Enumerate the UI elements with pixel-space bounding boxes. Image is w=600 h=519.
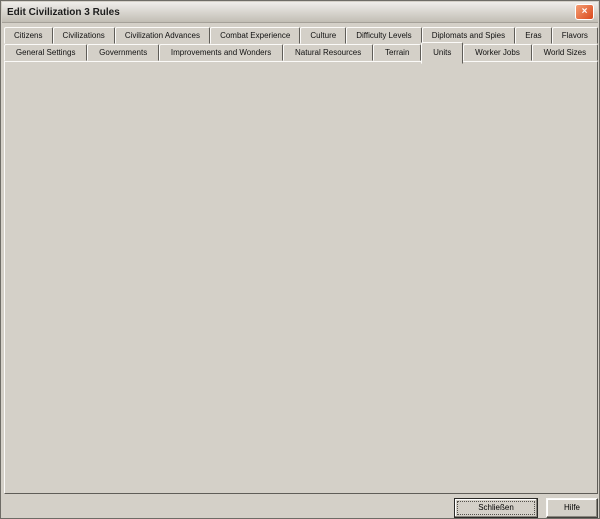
tab[interactable]: Citizens [4, 27, 53, 44]
tab[interactable]: Civilizations [53, 27, 115, 44]
tab-row-1: CitizensCivilizationsCivilization Advanc… [4, 27, 598, 44]
tab[interactable]: Culture [300, 27, 346, 44]
dialog-window: Edit Civilization 3 Rules × CitizensCivi… [0, 0, 600, 519]
tab[interactable]: Civilization Advances [115, 27, 210, 44]
close-icon[interactable]: × [575, 4, 594, 20]
title-bar: Edit Civilization 3 Rules × [2, 2, 598, 23]
tab-row-2: General SettingsGovernmentsImprovements … [4, 44, 598, 61]
help-button[interactable]: Hilfe [546, 498, 598, 518]
tab[interactable]: World Sizes [532, 44, 598, 61]
tab[interactable]: Difficulty Levels [346, 27, 422, 44]
tab[interactable]: Units [421, 42, 463, 64]
tab-page-units [4, 61, 598, 494]
window-title: Edit Civilization 3 Rules [2, 7, 575, 18]
tab[interactable]: Governments [87, 44, 159, 61]
tab[interactable]: Improvements and Wonders [159, 44, 283, 61]
tab[interactable]: Eras [515, 27, 552, 44]
tab[interactable]: General Settings [4, 44, 87, 61]
tab[interactable]: Worker Jobs [463, 44, 531, 61]
tab[interactable]: Terrain [373, 44, 421, 61]
tab[interactable]: Flavors [552, 27, 598, 44]
close-dialog-button[interactable]: Schließen [454, 498, 538, 518]
tab[interactable]: Combat Experience [210, 27, 300, 44]
tab[interactable]: Natural Resources [283, 44, 373, 61]
